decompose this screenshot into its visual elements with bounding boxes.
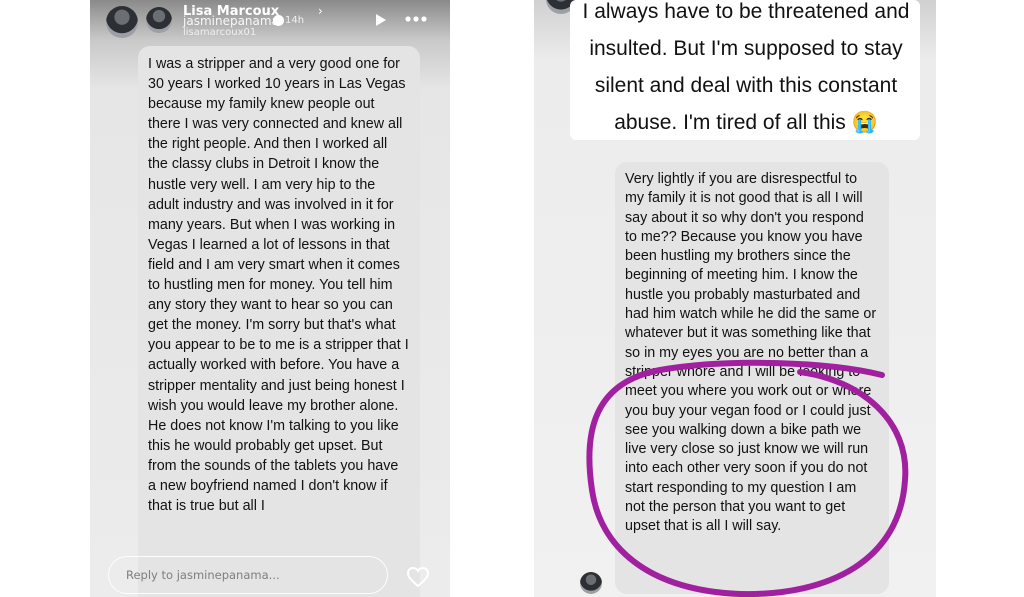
heart-icon[interactable] <box>406 566 430 588</box>
poster-handle: lisamarcoux01 <box>183 27 257 38</box>
caption-text: I always have to be threatened and insul… <box>582 0 910 134</box>
left-story-panel: Lisa Marcoux jasminepanama 14h lisamarco… <box>90 0 450 597</box>
poster-avatar[interactable] <box>106 6 138 38</box>
replier-name[interactable]: jasminepanama <box>183 14 279 28</box>
more-icon[interactable] <box>405 16 427 22</box>
verified-icon <box>273 15 284 26</box>
reply-placeholder: Reply to jasminepanama... <box>126 568 280 582</box>
story-time: 14h <box>285 15 305 26</box>
message-bubble: I was a stripper and a very good one for… <box>138 46 420 597</box>
message-bubble: Very lightly if you are disrespectful to… <box>615 162 889 594</box>
replier-avatar[interactable] <box>146 7 172 33</box>
replier-avatar <box>580 572 602 594</box>
right-story-panel: jasminepanama I always have to be threat… <box>534 0 936 597</box>
message-text: I was a stripper and a very good one for… <box>148 56 409 515</box>
message-text: Very lightly if you are disrespectful to… <box>625 171 877 535</box>
chevron-right-icon[interactable]: › <box>318 4 323 18</box>
play-icon[interactable] <box>375 13 387 27</box>
